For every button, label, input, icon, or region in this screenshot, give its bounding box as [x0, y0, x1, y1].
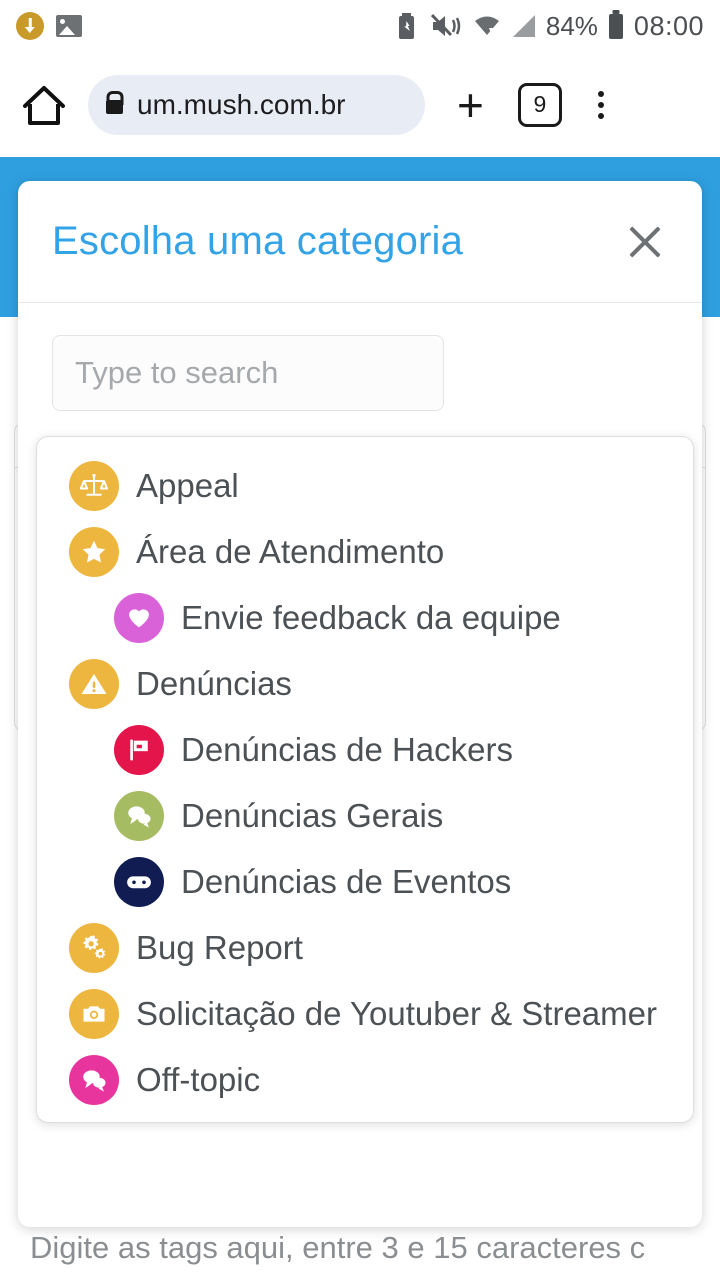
category-list-item-label: Denúncias Gerais [181, 797, 444, 834]
kebab-menu-icon[interactable] [597, 90, 604, 119]
category-list-item-label: Solicitação de Youtuber & Streamer [136, 995, 657, 1032]
screenshot-image-icon [56, 15, 82, 37]
page-title: Escolha uma categoria [52, 219, 464, 263]
cell-signal-icon [512, 15, 535, 37]
category-list-item[interactable]: Denúncias de Hackers [37, 717, 693, 783]
category-list-item[interactable]: Área de Atendimento [37, 519, 693, 585]
category-list-item[interactable]: Denúncias [37, 651, 693, 717]
category-list-item-label: Denúncias de Eventos [181, 863, 512, 900]
scales-icon [69, 461, 119, 511]
category-list-item[interactable]: Appeal [37, 453, 693, 519]
chat-bubbles-icon [69, 1055, 119, 1105]
close-icon[interactable] [620, 217, 670, 267]
address-bar[interactable]: um.mush.com.br [88, 74, 425, 135]
lock-icon [106, 100, 123, 114]
modal-body: Appeal Área de Atendimento Envie feedback … [18, 303, 702, 1123]
download-icon [16, 12, 44, 40]
category-list-item[interactable]: Denúncias Gerais [37, 783, 693, 849]
category-list-item-label: Área de Atendimento [136, 533, 445, 570]
status-bar-clock: 08:00 [633, 10, 704, 41]
category-list-item-label: Denúncias de Hackers [181, 731, 513, 768]
search-input[interactable] [52, 335, 444, 411]
category-list-item-label: Bug Report [136, 929, 303, 966]
category-list-item-label: Appeal [136, 467, 239, 504]
modal-header: Escolha uma categoria [18, 181, 702, 303]
battery-icon [608, 13, 623, 39]
gears-icon [69, 923, 119, 973]
url-text: um.mush.com.br [137, 88, 346, 120]
category-list-item-label: Envie feedback da equipe [181, 599, 561, 636]
star-icon [69, 527, 119, 577]
category-list-item[interactable]: Off-topic [37, 1047, 693, 1113]
status-bar-right-icons: 84% 08:00 [398, 11, 704, 42]
android-status-bar: 84% 08:00 [0, 0, 720, 52]
category-list-item[interactable]: Solicitação de Youtuber & Streamer [37, 981, 693, 1047]
mute-vibrate-icon [430, 13, 461, 37]
tab-switcher-button[interactable]: 9 [517, 82, 562, 127]
category-picker-modal: Escolha uma categoria Appeal Área de Aten… [18, 181, 702, 1227]
page-content: Escolha uma categoria Appeal Área de Aten… [0, 157, 720, 1280]
camera-icon [69, 989, 119, 1039]
category-list-item-label: Denúncias [136, 665, 292, 702]
battery-percent: 84% [545, 10, 598, 41]
flag-icon [114, 725, 164, 775]
home-icon[interactable] [18, 79, 70, 131]
category-list-item[interactable]: Denúncias de Eventos [37, 849, 693, 915]
new-tab-button[interactable]: + [457, 82, 484, 128]
heart-icon [114, 593, 164, 643]
wifi-icon [474, 16, 499, 35]
status-bar-left-icons [16, 12, 82, 40]
warning-icon [69, 659, 119, 709]
category-list-item[interactable]: Bug Report [37, 915, 693, 981]
category-dropdown-list[interactable]: Appeal Área de Atendimento Envie feedback … [36, 436, 694, 1123]
category-list-item[interactable]: Envie feedback da equipe [37, 585, 693, 651]
chat-bubbles-icon [114, 791, 164, 841]
gamepad-icon [114, 857, 164, 907]
battery-saver-icon [398, 12, 414, 39]
category-list-item-label: Off-topic [136, 1061, 261, 1098]
browser-toolbar: um.mush.com.br + 9 [0, 52, 720, 157]
tag-hint-text: Digite as tags aqui, entre 3 e 15 caract… [30, 1230, 646, 1265]
